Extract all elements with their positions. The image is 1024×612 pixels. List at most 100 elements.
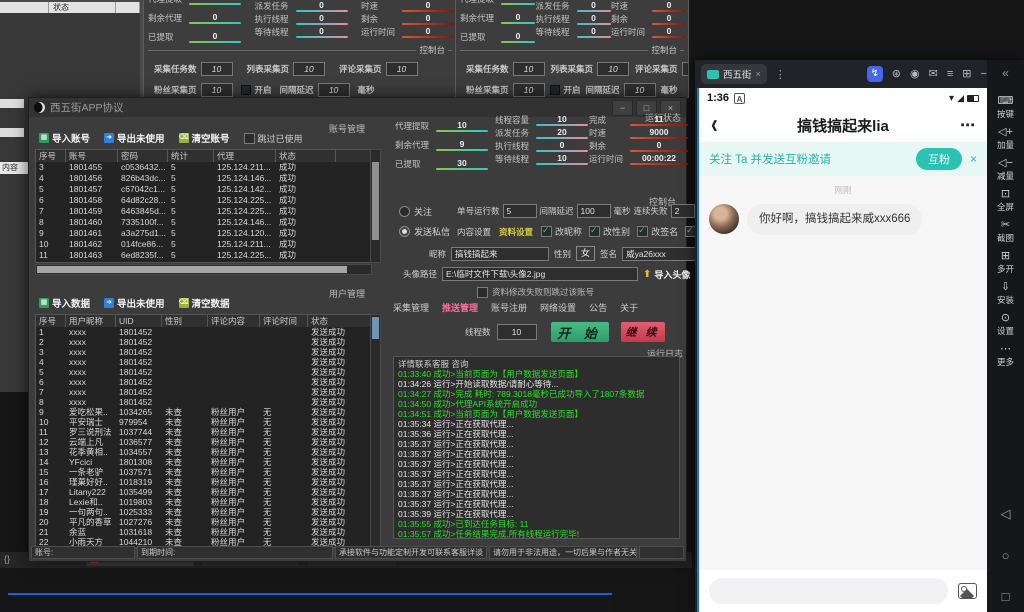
multi-instance-icon[interactable]: ⊞ 多开 — [997, 251, 1014, 275]
table-row[interactable]: 12 云端上凡 1036577 未查 粉丝用户无发送成功 — [36, 437, 370, 447]
bg-field-input[interactable]: 10 — [512, 62, 545, 76]
mutual-follow-button[interactable]: 互粉 — [915, 148, 962, 170]
console-tab[interactable]: 账号注册 — [491, 301, 527, 314]
continue-button[interactable]: 继 续 — [620, 322, 665, 342]
table-row[interactable]: 1 xxxx 1801452 发送成功 — [36, 327, 370, 337]
install-apk-icon[interactable]: ⇩ 安装 — [997, 282, 1014, 306]
table-row[interactable]: 16 瑾菓好好.. 1018319 未查 粉丝用户无发送成功 — [36, 477, 370, 487]
profile-option-checkbox[interactable]: 改昵称 — [541, 225, 582, 238]
scrollbar-thumb[interactable] — [372, 162, 379, 240]
image-attach-icon[interactable] — [958, 583, 977, 599]
message-input[interactable] — [709, 578, 948, 604]
table-row[interactable]: 18 Lexie和.. 1019803 未查 粉丝用户无发送成功 — [36, 497, 370, 507]
screenshot-icon[interactable]: ✂ 截图 — [997, 220, 1014, 244]
bg-fans-pages-input[interactable]: 10 — [512, 83, 545, 97]
bg-field-input[interactable]: 10 — [385, 62, 418, 76]
bg-enable-checkbox[interactable] — [240, 85, 251, 95]
table-row[interactable]: 15 一条老驴 1037571 未查 粉丝用户无发送成功 — [36, 467, 370, 477]
console-tab[interactable]: 网络设置 — [540, 301, 576, 314]
table-row[interactable]: 4 xxxx 1801452 发送成功 — [36, 357, 370, 367]
volume-down-icon[interactable]: ◁− 减量 — [997, 158, 1014, 182]
thread-count-input[interactable] — [496, 324, 537, 340]
minimize-icon[interactable]: − — [980, 68, 986, 80]
more-options-icon[interactable]: ⋯ — [960, 116, 975, 134]
content-settings-tab[interactable]: 内容设置 — [457, 226, 491, 238]
bg-field-input[interactable]: 10 — [200, 62, 233, 76]
bg-delay-input[interactable]: 10 — [623, 83, 656, 97]
profile-option-checkbox[interactable]: 改签名 — [637, 225, 678, 238]
table-row[interactable]: 21 余蓝 1031618 未查 粉丝用户无发送成功 — [36, 527, 370, 537]
console-tab[interactable]: 采集管理 — [393, 301, 429, 314]
menu-icon[interactable]: ≡ — [947, 68, 953, 80]
volume-up-icon[interactable]: ◁+ 加量 — [997, 127, 1014, 151]
emulator-app-tab[interactable]: 西五街 × — [701, 64, 767, 84]
table-row[interactable]: 6 xxxx 1801452 发送成功 — [36, 377, 370, 387]
keymap-icon[interactable]: ⌨ 按键 — [997, 96, 1014, 120]
profile-settings-tab[interactable]: 资料设置 — [499, 226, 533, 238]
run-log[interactable]: 详情联系客服 咨询 01:33:40 成功>当前页面为【用户数据发送页面】 01:… — [393, 356, 680, 539]
signature-input[interactable] — [622, 246, 703, 261]
mirror-window-icon[interactable]: ⊞ — [962, 68, 971, 80]
bg-field-input[interactable]: 10 — [293, 62, 326, 76]
start-button[interactable]: 开 始 — [550, 322, 609, 342]
fail-switch-input[interactable] — [670, 204, 695, 218]
bg-field-input[interactable]: 10 — [681, 62, 688, 76]
table-row[interactable]: 3 1801455 c0536432... 5 125.124.211... 成功 — [36, 162, 370, 173]
table-row[interactable]: 8 xxxx 1801452 发送成功 — [36, 397, 370, 407]
boost-icon[interactable]: ↯ — [866, 66, 883, 82]
table-row[interactable]: 10 1801462 014fce86... 5 125.124.211... 成功 — [36, 239, 370, 250]
bg-fans-pages-input[interactable]: 10 — [200, 83, 233, 97]
table-row[interactable]: 4 1801456 826b43dc... 5 125.124.146... 成功 — [36, 173, 370, 184]
android-home-button[interactable]: ○ — [1002, 548, 1010, 563]
table-row[interactable]: 2 xxxx 1801452 发送成功 — [36, 337, 370, 347]
console-tab[interactable]: 公告 — [589, 301, 607, 314]
table-row[interactable]: 11 1801463 6ed8235f... 5 125.124.225... 成功 — [36, 250, 370, 261]
bg-enable-checkbox[interactable] — [549, 85, 560, 95]
bg-field-input[interactable]: 10 — [597, 62, 630, 76]
table-row[interactable]: 5 1801457 c67042c1... 5 125.124.142... 成功 — [36, 184, 370, 195]
table-row[interactable]: 9 爱吃松果.. 1034265 未查 粉丝用户无发送成功 — [36, 407, 370, 417]
scrollbar-thumb[interactable] — [37, 266, 347, 273]
android-recents-button[interactable]: □ — [1002, 589, 1010, 604]
table-row[interactable]: 3 xxxx 1801452 发送成功 — [36, 347, 370, 357]
banner-close-icon[interactable]: × — [970, 152, 977, 166]
android-back-button[interactable]: ◁ — [1001, 506, 1011, 522]
user-table[interactable]: 序号 用户昵称 UID 性别 评论内容 评论时间 状态 1 xxxx 1801452 发送成功 2 x… — [35, 314, 371, 548]
table-row[interactable]: 5 xxxx 1801452 发送成功 — [36, 367, 370, 377]
avatar[interactable] — [709, 204, 739, 234]
interval-delay-input[interactable] — [576, 204, 611, 218]
table-row[interactable]: 10 平安瑞士 979954 未查 粉丝用户无发送成功 — [36, 417, 370, 427]
profile-option-checkbox[interactable]: 改性别 — [589, 225, 630, 238]
table-row[interactable]: 20 平凡的香草 1027276 未查 粉丝用户无发送成功 — [36, 517, 370, 527]
table-row[interactable]: 6 1801458 64d82c28... 5 125.124.225... 成功 — [36, 195, 370, 206]
export-unused-data-button[interactable]: ➜ 导出未使用 — [104, 296, 165, 310]
user-vertical-scrollbar[interactable] — [370, 314, 381, 548]
more-icon[interactable]: ⋯ 更多 — [997, 344, 1014, 368]
table-row[interactable]: 11 罗三说刑法 1037744 未查 粉丝用户无发送成功 — [36, 427, 370, 437]
bg-delay-input[interactable]: 10 — [317, 83, 350, 97]
table-row[interactable]: 7 1801459 6463845d... 5 125.124.225... 成功 — [36, 206, 370, 217]
table-row[interactable]: 17 Litany222 1035499 未查 粉丝用户无发送成功 — [36, 487, 370, 497]
table-row[interactable]: 8 1801460 7335100f... 5 125.124.146... 成功 — [36, 217, 370, 228]
account-vertical-scrollbar[interactable] — [370, 149, 381, 263]
follow-radio[interactable]: 关注 — [399, 205, 432, 218]
table-row[interactable]: 7 xxxx 1801452 发送成功 — [36, 387, 370, 397]
send-dm-radio[interactable]: 发送私信 — [399, 225, 450, 238]
fullscreen-icon[interactable]: ⊡ 全屏 — [997, 189, 1014, 213]
console-tab[interactable]: 推送管理 — [442, 301, 478, 314]
skip-used-checkbox[interactable]: 跳过已使用 — [243, 132, 303, 145]
runs-per-account-input[interactable] — [502, 204, 537, 218]
messages-icon[interactable]: ✉ — [929, 68, 938, 80]
clear-data-button[interactable]: ⌫ 清空数据 — [178, 296, 230, 310]
tab-close-icon[interactable]: × — [756, 69, 761, 79]
import-data-button[interactable]: ▦ 导入数据 — [39, 296, 90, 310]
gender-button[interactable]: 女 — [576, 246, 596, 261]
account-table[interactable]: 序号 账号 密码 统计 代理 状态 3 1801455 c0536432... 5 125.124… — [35, 149, 371, 263]
nickname-input[interactable] — [451, 246, 550, 261]
scrollbar-thumb[interactable] — [372, 317, 379, 339]
table-row[interactable]: 14 YFcici 1801308 未查 粉丝用户无发送成功 — [36, 457, 370, 467]
table-row[interactable]: 13 花季黄相.. 1034557 未查 粉丝用户无发送成功 — [36, 447, 370, 457]
game-center-icon[interactable]: ⊛ — [892, 68, 901, 80]
clear-accounts-button[interactable]: ⌫ 清空账号 — [178, 131, 230, 145]
account-icon[interactable]: ◉ — [910, 68, 920, 80]
